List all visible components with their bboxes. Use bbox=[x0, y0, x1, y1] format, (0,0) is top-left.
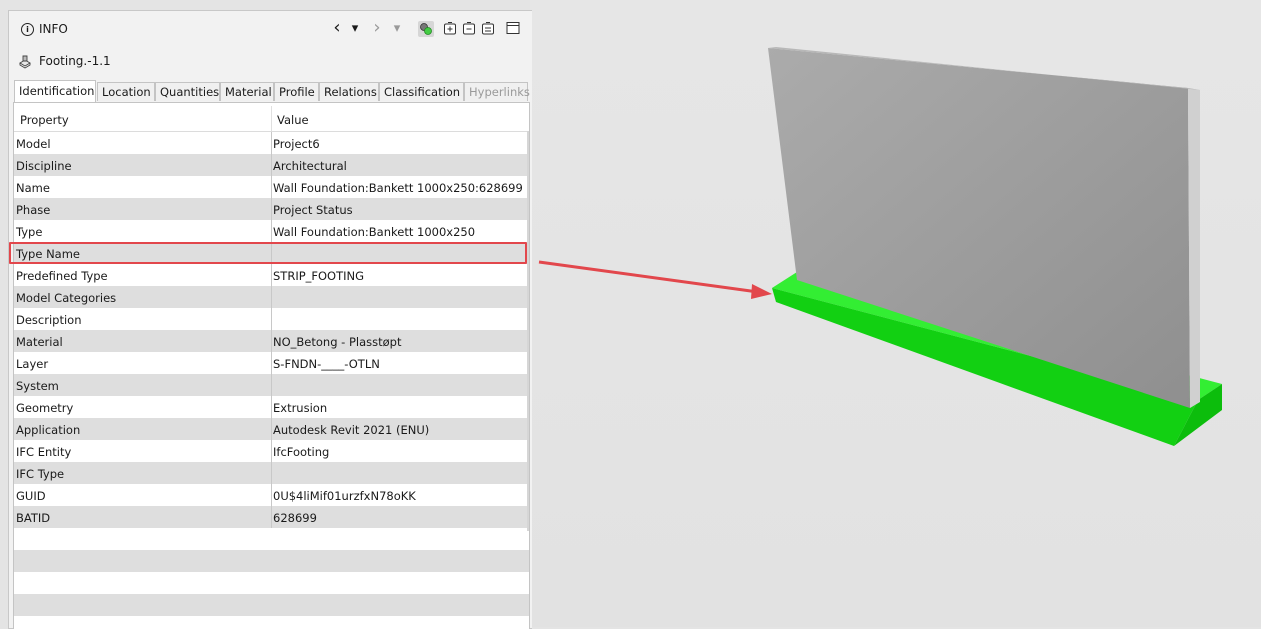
table-row[interactable]: Model Project6 bbox=[14, 132, 529, 154]
table-scrollbar[interactable] bbox=[527, 131, 529, 531]
table-row[interactable]: Phase Project Status bbox=[14, 198, 529, 220]
value-cell: 628699 bbox=[273, 511, 317, 525]
tab-quantities[interactable]: Quantities bbox=[155, 82, 220, 101]
property-cell: Phase bbox=[16, 203, 51, 217]
value-column-header[interactable]: Value bbox=[277, 113, 309, 127]
expand-all-icon[interactable] bbox=[443, 21, 457, 37]
select-object-icon[interactable] bbox=[418, 21, 434, 37]
table-row[interactable]: Name Wall Foundation:Bankett 1000x250:628… bbox=[14, 176, 529, 198]
value-cell: Extrusion bbox=[273, 401, 328, 415]
property-cell: BATID bbox=[16, 511, 51, 525]
annotation-arrow bbox=[538, 260, 772, 299]
value-cell: Autodesk Revit 2021 (ENU) bbox=[273, 423, 430, 437]
property-cell: Model Categories bbox=[16, 291, 117, 305]
tab-profile[interactable]: Profile bbox=[274, 82, 319, 101]
table-row[interactable]: Material NO_Betong - Plasstøpt bbox=[14, 330, 529, 352]
table-row[interactable]: IFC Entity IfcFooting bbox=[14, 440, 529, 462]
tab-material[interactable]: Material bbox=[220, 82, 274, 101]
table-row[interactable]: Layer S-FNDN-____-OTLN bbox=[14, 352, 529, 374]
property-cell: Layer bbox=[16, 357, 49, 371]
forward-button[interactable]: › bbox=[371, 19, 383, 37]
table-row[interactable]: Application Autodesk Revit 2021 (ENU) bbox=[14, 418, 529, 440]
footing-object-icon bbox=[17, 53, 33, 69]
info-panel: i INFO ‹ ▾ › ▾ Footing.-1.1 Identificati… bbox=[8, 10, 532, 629]
table-header: Property Value bbox=[14, 103, 529, 132]
tab-bar: Identification Location Quantities Mater… bbox=[14, 80, 530, 102]
value-cell: Wall Foundation:Bankett 1000x250 bbox=[273, 225, 476, 239]
property-cell: System bbox=[16, 379, 59, 393]
value-cell: 0U$4liMif01urzfxN78oKK bbox=[273, 489, 416, 503]
column-divider[interactable] bbox=[271, 106, 272, 131]
property-cell: Type bbox=[16, 225, 43, 239]
table-row[interactable]: Predefined Type STRIP_FOOTING bbox=[14, 264, 529, 286]
panel-header: i INFO ‹ ▾ › ▾ bbox=[9, 11, 532, 47]
property-cell: IFC Entity bbox=[16, 445, 72, 459]
property-cell: Discipline bbox=[16, 159, 72, 173]
empty-row bbox=[14, 616, 529, 629]
table-row[interactable]: BATID 628699 bbox=[14, 506, 529, 528]
empty-row bbox=[14, 572, 529, 594]
value-cell: NO_Betong - Plasstøpt bbox=[273, 335, 402, 349]
value-cell: STRIP_FOOTING bbox=[273, 269, 365, 283]
value-cell: Project6 bbox=[273, 137, 320, 151]
value-cell: Project Status bbox=[273, 203, 353, 217]
table-row[interactable]: IFC Type bbox=[14, 462, 529, 484]
clear-icon[interactable] bbox=[481, 21, 495, 37]
type-name-highlight bbox=[9, 242, 527, 264]
property-cell: GUID bbox=[16, 489, 46, 503]
property-cell: IFC Type bbox=[16, 467, 65, 481]
property-cell: Material bbox=[16, 335, 63, 349]
property-cell: Geometry bbox=[16, 401, 74, 415]
value-cell: IfcFooting bbox=[273, 445, 330, 459]
object-name: Footing.-1.1 bbox=[39, 54, 111, 68]
empty-row bbox=[14, 528, 529, 550]
panel-title: INFO bbox=[39, 22, 68, 36]
table-row[interactable]: Geometry Extrusion bbox=[14, 396, 529, 418]
tab-relations[interactable]: Relations bbox=[319, 82, 379, 101]
value-cell: S-FNDN-____-OTLN bbox=[273, 357, 380, 371]
empty-row bbox=[14, 550, 529, 572]
tab-identification[interactable]: Identification bbox=[14, 80, 96, 102]
collapse-icon[interactable] bbox=[462, 21, 476, 37]
property-cell: Name bbox=[16, 181, 50, 195]
property-cell: Description bbox=[16, 313, 82, 327]
back-button[interactable]: ‹ bbox=[331, 19, 343, 37]
tab-classification[interactable]: Classification bbox=[379, 82, 464, 101]
info-icon: i bbox=[21, 23, 34, 36]
back-history-dropdown[interactable]: ▾ bbox=[349, 21, 361, 37]
table-body: Model Project6 Discipline Architectural Na… bbox=[14, 132, 529, 629]
properties-table: Property Value Model Project6 Discipline A… bbox=[13, 102, 530, 629]
property-cell: Application bbox=[16, 423, 81, 437]
forward-history-dropdown[interactable]: ▾ bbox=[391, 21, 403, 37]
table-row[interactable]: Discipline Architectural bbox=[14, 154, 529, 176]
table-row[interactable]: System bbox=[14, 374, 529, 396]
tab-hyperlinks: Hyperlinks bbox=[464, 82, 530, 101]
value-cell: Architectural bbox=[273, 159, 347, 173]
table-row[interactable]: Description bbox=[14, 308, 529, 330]
table-row[interactable]: Model Categories bbox=[14, 286, 529, 308]
tab-location[interactable]: Location bbox=[97, 82, 155, 101]
window-icon[interactable] bbox=[506, 21, 520, 37]
property-cell: Model bbox=[16, 137, 51, 151]
table-row[interactable]: GUID 0U$4liMif01urzfxN78oKK bbox=[14, 484, 529, 506]
value-cell: Wall Foundation:Bankett 1000x250:628699 bbox=[273, 181, 523, 195]
property-cell: Predefined Type bbox=[16, 269, 108, 283]
table-row[interactable]: Type Wall Foundation:Bankett 1000x250 bbox=[14, 220, 529, 242]
empty-row bbox=[14, 594, 529, 616]
property-column-header[interactable]: Property bbox=[20, 113, 69, 127]
